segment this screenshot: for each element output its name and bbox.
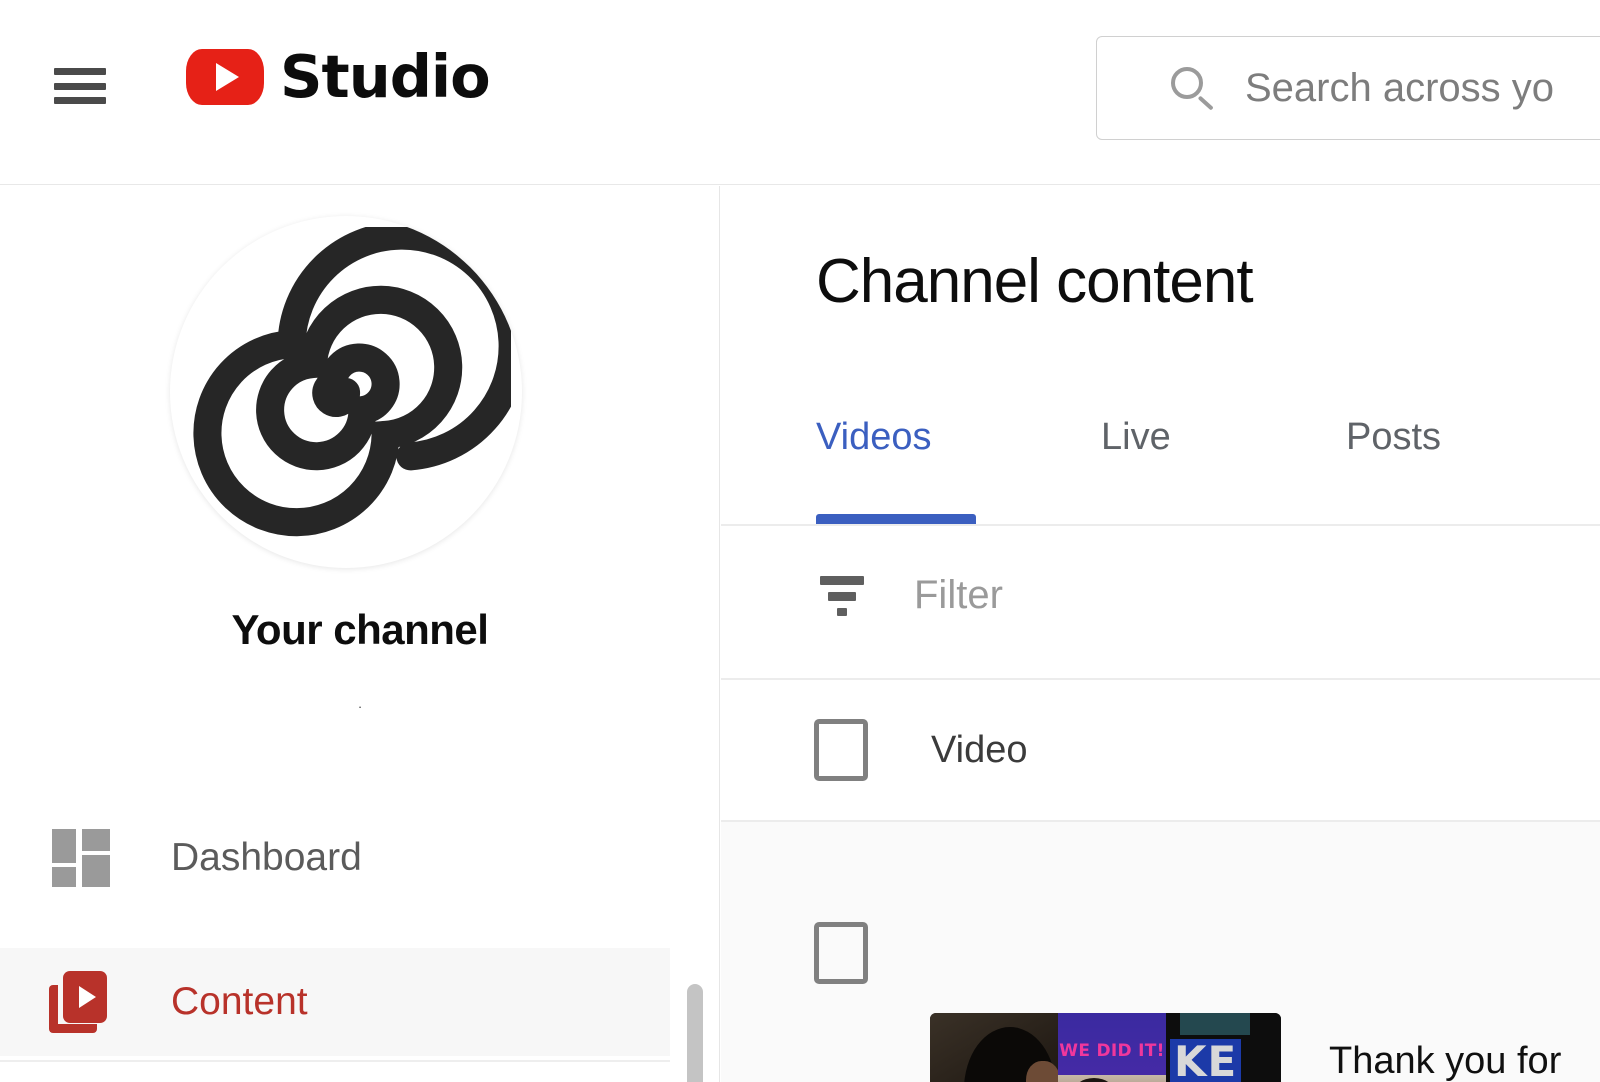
search-bar[interactable]: Search across yo	[1096, 36, 1600, 140]
row-select-checkbox[interactable]	[814, 922, 868, 984]
brand-wordmark: Studio	[280, 47, 490, 106]
spiral-avatar-icon	[181, 227, 511, 557]
filter-row[interactable]: Filter	[721, 526, 1600, 664]
channel-avatar[interactable]	[170, 216, 522, 568]
studio-brand[interactable]: Studio	[186, 47, 490, 106]
search-icon	[1169, 65, 1215, 111]
sidebar-divider	[0, 1060, 670, 1062]
thumbnail-left-panel	[930, 1013, 1058, 1082]
filter-input-placeholder[interactable]: Filter	[914, 573, 1003, 618]
channel-handle-label: .	[0, 696, 720, 711]
thumbnail-inset-photo: LIKE SHARE SUBSCRIBE	[1058, 1075, 1166, 1082]
dashboard-icon	[38, 829, 124, 887]
channel-name-label: Your channel	[0, 606, 720, 654]
sidebar-scrollbar-thumb[interactable]	[687, 984, 703, 1082]
video-thumbnail[interactable]: WE DID IT! LIKE SHARE SUBSCRIBE KE ARE R…	[930, 1013, 1281, 1082]
play-triangle-icon	[216, 63, 239, 91]
hamburger-bar-2	[54, 83, 106, 90]
left-sidebar: Your channel . Dashboard Content	[0, 186, 720, 1082]
avatar-circle	[170, 216, 522, 568]
thumbnail-right-text-1: KE	[1170, 1039, 1241, 1082]
sidebar-item-label: Content	[171, 980, 308, 1024]
hamburger-bar-3	[54, 97, 106, 104]
video-title[interactable]: Thank you for	[1329, 1040, 1561, 1082]
hamburger-menu-icon[interactable]	[54, 63, 106, 109]
main-content-panel: Channel content Videos Live Posts Filter…	[721, 186, 1600, 1082]
content-tabs: Videos Live Posts	[721, 416, 1600, 524]
hamburger-bar-1	[54, 68, 106, 75]
page-title: Channel content	[816, 246, 1253, 317]
column-header-video: Video	[931, 729, 1028, 772]
sidebar-item-label: Dashboard	[171, 836, 362, 880]
thumbnail-headline-text: WE DID IT!	[1058, 1041, 1166, 1061]
tab-posts[interactable]: Posts	[1346, 416, 1441, 524]
tab-videos[interactable]: Videos	[816, 416, 932, 524]
content-video-icon	[38, 971, 124, 1033]
select-all-checkbox[interactable]	[814, 719, 868, 781]
filter-icon[interactable]	[814, 572, 870, 618]
table-row[interactable]: WE DID IT! LIKE SHARE SUBSCRIBE KE ARE R…	[721, 822, 1600, 1082]
search-input-placeholder[interactable]: Search across yo	[1245, 66, 1554, 111]
table-header-row: Video	[721, 680, 1600, 820]
youtube-studio-app: Studio Search across yo Your channel . D…	[0, 0, 1600, 1082]
sidebar-item-dashboard[interactable]: Dashboard	[0, 804, 670, 912]
sidebar-item-content[interactable]: Content	[0, 948, 670, 1056]
tab-live[interactable]: Live	[1101, 416, 1171, 524]
top-header: Studio Search across yo	[0, 0, 1600, 185]
youtube-play-logo-icon	[186, 49, 264, 105]
